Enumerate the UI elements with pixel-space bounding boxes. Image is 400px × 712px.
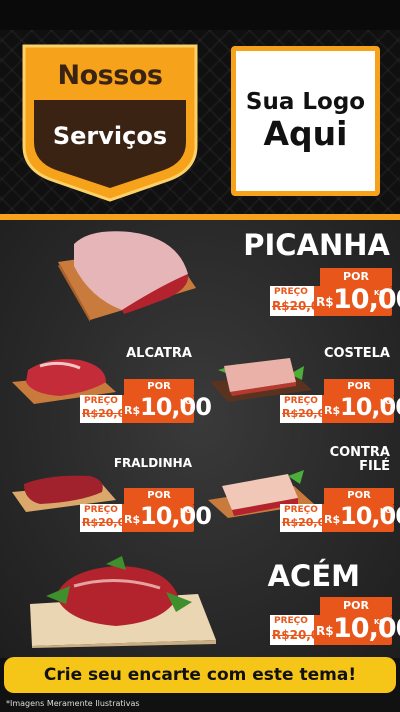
unit-label: KG (374, 289, 386, 297)
preco-label: PREÇO (274, 616, 308, 626)
preco-label: PREÇO (274, 287, 308, 297)
logo-line2: Aqui (263, 114, 348, 154)
unit-label: KG (380, 398, 392, 406)
product-name-contra-file: CONTRA FILÉ (300, 446, 390, 473)
acem-image (30, 556, 216, 648)
price-value: 10,00 (140, 393, 212, 421)
cta-banner[interactable]: Crie seu encarte com este tema! (4, 657, 396, 693)
logo-line1: Sua Logo (245, 88, 366, 115)
product-name-costela: COSTELA (323, 346, 390, 361)
unit-label: KG (374, 618, 386, 626)
badge-title: Nossos (57, 60, 163, 91)
preco-label: PREÇO (284, 396, 318, 406)
product-name-acem: ACÉM (267, 559, 360, 593)
price-value: 10,00 (333, 613, 400, 644)
unit-label: KG (180, 507, 192, 515)
currency-label: R$ (316, 624, 334, 638)
product-name-line1: CONTRA (329, 445, 390, 460)
price-value: 10,00 (140, 502, 212, 530)
currency-label: R$ (124, 513, 141, 526)
preco-label: PREÇO (84, 505, 118, 515)
services-badge: Nossos Serviços (18, 42, 202, 202)
product-name-alcatra: ALCATRA (126, 346, 192, 361)
currency-label: R$ (124, 404, 141, 417)
logo-placeholder: Sua Logo Aqui (231, 46, 380, 196)
product-name-line2: FILÉ (359, 458, 390, 474)
picanha-image (58, 231, 196, 322)
currency-label: R$ (324, 513, 341, 526)
disclaimer-note: *Imagens Meramente Ilustrativas (6, 699, 140, 708)
product-name-picanha: PICANHA (243, 228, 390, 262)
preco-label: PREÇO (84, 396, 118, 406)
currency-label: R$ (316, 295, 334, 309)
product-name-fraldinha: FRALDINHA (113, 456, 192, 470)
badge-subtitle: Serviços (40, 116, 180, 156)
unit-label: KG (380, 507, 392, 515)
price-value: 10,00 (333, 284, 400, 315)
preco-label: PREÇO (284, 505, 318, 515)
currency-label: R$ (324, 404, 341, 417)
unit-label: KG (180, 398, 192, 406)
